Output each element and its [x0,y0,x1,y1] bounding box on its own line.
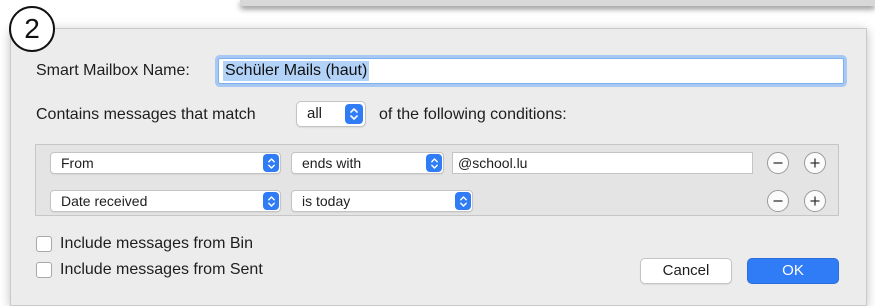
up-down-chevron-icon [263,154,279,172]
include-sent-label: Include messages from Sent [60,261,263,278]
include-bin-checkbox[interactable] [36,236,52,252]
mailbox-name-label: Smart Mailbox Name: [36,62,190,79]
condition-1-field-select[interactable]: From [50,152,281,174]
up-down-chevron-icon [455,192,471,210]
condition-1-remove-button[interactable] [767,152,789,174]
match-mode-select[interactable]: all [296,101,366,127]
plus-icon [810,158,820,168]
condition-1-field-value: From [61,155,94,171]
condition-1-value-text: @school.lu [458,155,528,171]
condition-2-remove-button[interactable] [767,190,789,212]
condition-1-value-field[interactable]: @school.lu [452,152,753,174]
mailbox-name-value: Schüler Mails (haut) [223,61,370,81]
up-down-chevron-icon [263,192,279,210]
match-prefix-label: Contains messages that match [36,106,256,123]
parent-window-edge [240,0,875,6]
mailbox-name-field[interactable]: Schüler Mails (haut) [218,58,844,84]
cancel-button[interactable]: Cancel [640,258,732,284]
ok-button[interactable]: OK [747,258,839,284]
match-suffix-label: of the following conditions: [379,106,567,123]
step-number-badge: 2 [9,6,55,52]
condition-2-operator-value: is today [302,193,351,209]
up-down-chevron-icon [426,154,442,172]
include-sent-checkbox[interactable] [36,262,52,278]
condition-2-operator-select[interactable]: is today [291,190,473,212]
match-mode-value: all [307,105,323,122]
minus-icon [773,200,783,202]
condition-2-add-button[interactable] [804,190,826,212]
plus-icon [810,196,820,206]
condition-1-add-button[interactable] [804,152,826,174]
include-bin-label: Include messages from Bin [60,235,253,252]
condition-1-operator-value: ends with [302,155,362,171]
minus-icon [773,162,783,164]
up-down-chevron-icon [345,104,363,124]
condition-2-field-select[interactable]: Date received [50,190,281,212]
condition-2-field-value: Date received [61,193,148,209]
condition-1-operator-select[interactable]: ends with [291,152,444,174]
